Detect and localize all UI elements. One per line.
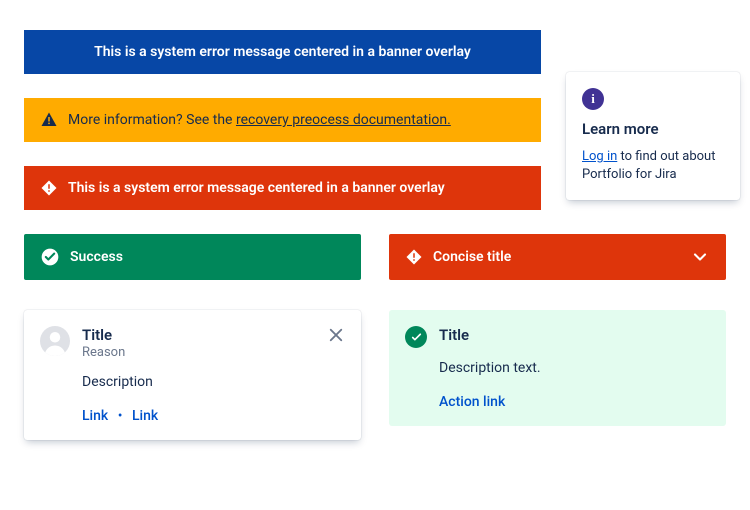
banner-info-text: This is a system error message centered … <box>40 44 525 60</box>
info-card: i Learn more Log in to find out about Po… <box>566 72 740 200</box>
card-success-description: Description text. <box>439 360 710 376</box>
banner-warning: More information? See the recovery preoc… <box>24 98 541 142</box>
avatar <box>40 326 70 356</box>
success-bar-label: Success <box>70 249 345 265</box>
card-success: Title Description text. Action link <box>389 310 726 426</box>
card-link-1[interactable]: Link <box>82 408 108 424</box>
card-description: Description <box>82 374 158 390</box>
info-card-title: Learn more <box>582 120 724 138</box>
action-link[interactable]: Action link <box>439 394 505 410</box>
concise-bar-label: Concise title <box>433 249 690 265</box>
card-title: Title <box>82 326 158 344</box>
success-bar[interactable]: Success <box>24 234 361 280</box>
banner-error-text: This is a system error message centered … <box>68 180 445 196</box>
banner-info: This is a system error message centered … <box>24 30 541 74</box>
concise-bar[interactable]: Concise title <box>389 234 726 280</box>
check-circle-icon <box>40 247 60 267</box>
card-success-title: Title <box>439 326 469 344</box>
card-notification: Title Reason Description Link • Link <box>24 310 361 440</box>
chevron-down-icon[interactable] <box>690 247 710 267</box>
banner-error: This is a system error message centered … <box>24 166 541 210</box>
warning-triangle-icon <box>40 111 58 129</box>
close-icon[interactable] <box>327 326 345 344</box>
info-icon: i <box>582 88 604 110</box>
card-link-2[interactable]: Link <box>132 408 158 424</box>
info-card-body: Log in to find out about Portfolio for J… <box>582 148 724 184</box>
banner-warning-text: More information? See the recovery preoc… <box>68 112 451 128</box>
login-link[interactable]: Log in <box>582 149 617 164</box>
recovery-docs-link[interactable]: recovery preocess documentation. <box>236 112 451 128</box>
card-links: Link • Link <box>82 408 158 424</box>
check-circle-icon <box>405 326 427 348</box>
error-diamond-icon <box>405 248 423 266</box>
card-reason: Reason <box>82 345 158 360</box>
error-diamond-icon <box>40 179 58 197</box>
